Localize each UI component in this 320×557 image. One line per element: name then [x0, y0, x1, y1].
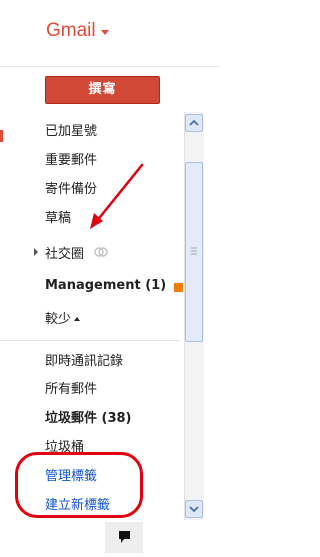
annotation-highlight-oval — [15, 452, 143, 518]
